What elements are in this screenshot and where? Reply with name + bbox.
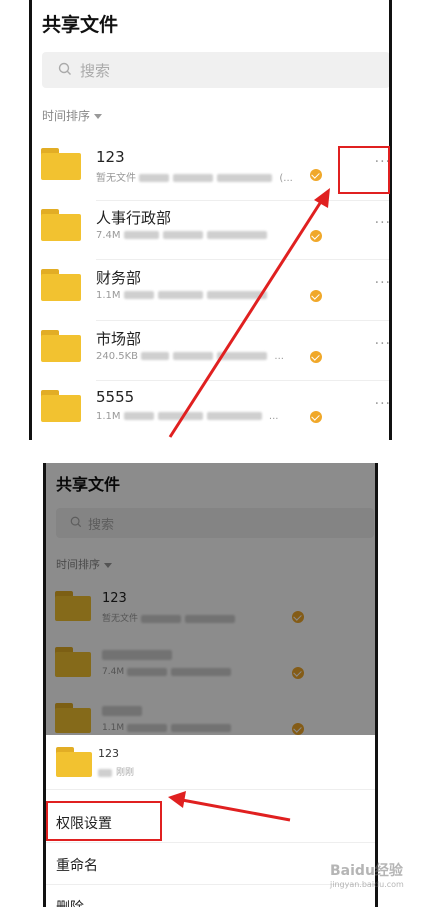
folder-icon [41, 269, 81, 301]
folder-meta: 7.4M [96, 230, 271, 241]
sort-dropdown[interactable]: 时间排序 [42, 107, 103, 124]
folder-meta: 暂无文件 (... [96, 173, 293, 184]
folder-name: 市场部 [96, 330, 142, 348]
folder-icon [41, 209, 81, 241]
search-icon [58, 62, 71, 75]
folder-name: 人事行政部 [96, 209, 172, 227]
rename-item[interactable]: 重命名 [46, 843, 375, 885]
folder-meta: 240.5KB ... [96, 351, 284, 362]
folder-icon [41, 148, 81, 180]
list-item[interactable]: 财务部 1.1M ··· [32, 263, 389, 323]
page-title: 共享文件 [42, 14, 119, 36]
sheet-folder-name: 123 [98, 747, 119, 760]
action-sheet: 123 刚刚 权限设置 重命名 删除 [46, 735, 375, 907]
watermark: Baidu经验 jingyan.baidu.com [330, 863, 404, 889]
highlight-box-permission [46, 801, 162, 841]
screenshot-shared-files: 共享文件 搜索 时间排序 123 暂无文件 (... ··· 人事行政部 7.4… [29, 0, 392, 440]
more-icon[interactable]: ··· [375, 396, 389, 412]
highlight-box-more [338, 146, 390, 194]
sheet-header: 123 刚刚 [46, 735, 375, 790]
folder-name: 123 [96, 148, 125, 166]
search-input[interactable]: 搜索 [42, 52, 389, 88]
search-placeholder: 搜索 [80, 62, 111, 80]
folder-icon [41, 330, 81, 362]
delete-item[interactable]: 删除 [46, 885, 375, 907]
folder-meta: 1.1M [96, 290, 271, 301]
check-icon [310, 351, 322, 363]
list-item[interactable]: 5555 1.1M ... ··· [32, 384, 389, 440]
folder-name: 财务部 [96, 269, 142, 287]
modal-overlay[interactable] [46, 463, 375, 735]
more-icon[interactable]: ··· [375, 275, 389, 291]
folder-name: 5555 [96, 388, 135, 406]
check-icon [310, 411, 322, 423]
folder-icon [56, 747, 92, 777]
folder-meta: 1.1M ... [96, 411, 279, 422]
screenshot-action-sheet: 共享文件 搜索 时间排序 123 暂无文件 ··· 7.4M ··· 1.1M … [43, 463, 378, 907]
folder-icon [41, 390, 81, 422]
delete-label: 删除 [56, 897, 84, 907]
list-item[interactable]: 市场部 240.5KB ... ··· [32, 324, 389, 384]
list-item[interactable]: 人事行政部 7.4M ··· [32, 203, 389, 263]
sheet-folder-sub: 刚刚 [98, 765, 134, 778]
more-icon[interactable]: ··· [375, 336, 389, 352]
caret-down-icon [94, 114, 103, 119]
check-icon [310, 169, 322, 181]
sort-label: 时间排序 [42, 109, 91, 123]
check-icon [310, 230, 322, 242]
check-icon [310, 290, 322, 302]
rename-label: 重命名 [56, 858, 98, 874]
more-icon[interactable]: ··· [375, 215, 389, 231]
